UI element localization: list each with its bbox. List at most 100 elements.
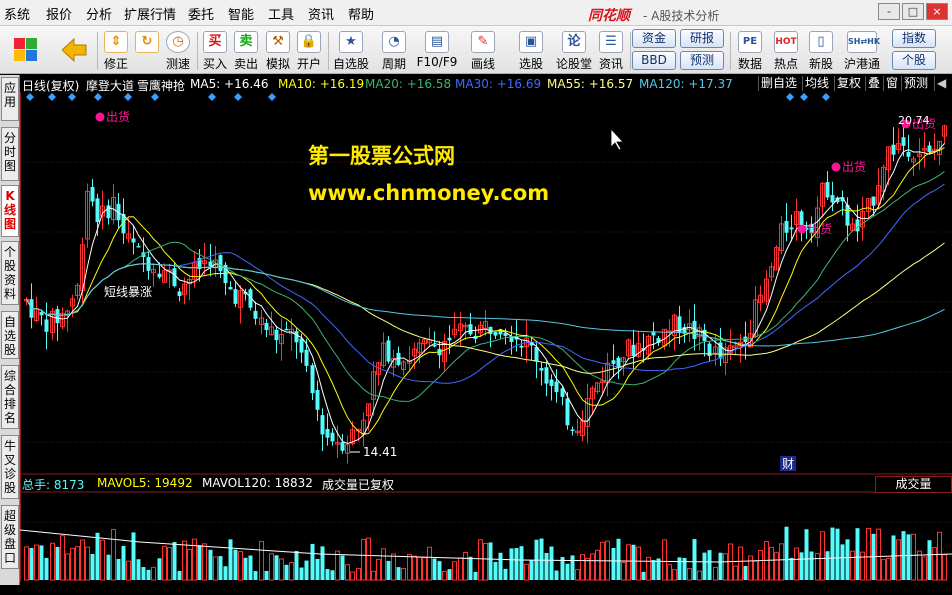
candle-body <box>131 238 136 243</box>
window-button[interactable]: 窗 <box>883 76 900 91</box>
tool-hk-connect[interactable]: SH⇄HK 沪港通 <box>840 28 884 72</box>
tool-sell[interactable]: 卖 卖出 <box>231 28 261 72</box>
menu-tools[interactable]: 工具 <box>268 4 294 23</box>
tool-adjust[interactable]: ⇕ 修正 <box>100 28 132 72</box>
volume-bar <box>702 552 707 580</box>
remove-watch-button[interactable]: 删自选 <box>758 76 799 91</box>
volume-bar <box>422 557 427 581</box>
forecast-button[interactable]: 预测 <box>680 51 724 70</box>
menu-help[interactable]: 帮助 <box>348 4 374 23</box>
menu-ext-quote[interactable]: 扩展行情 <box>124 4 176 23</box>
volume-bar <box>886 557 891 581</box>
hk-icon: SH⇄HK <box>847 31 880 53</box>
sell-signal-dot <box>95 112 105 122</box>
volume-bar <box>478 539 483 581</box>
stock-button[interactable]: 个股 <box>892 51 936 70</box>
volume-bar <box>544 553 549 580</box>
toolbar-separator <box>97 32 98 70</box>
volume-tab[interactable]: 成交量 <box>875 476 952 493</box>
close-button[interactable]: × <box>926 3 948 20</box>
volume-bar <box>146 569 151 580</box>
tool-buy[interactable]: 买 买入 <box>200 28 230 72</box>
volume-bar <box>820 531 825 581</box>
volume-bar <box>407 553 412 581</box>
research-button[interactable]: 研报 <box>680 29 724 48</box>
info-mine-markers[interactable] <box>26 93 830 101</box>
back-arrow-icon <box>62 38 87 62</box>
menu-entrust[interactable]: 委托 <box>188 4 214 23</box>
tool-pick-stock[interactable]: ▣ 选股 <box>510 28 552 72</box>
tool-simulate[interactable]: ⚒ 模拟 <box>263 28 293 72</box>
volume-bar <box>70 547 75 581</box>
tool-hot[interactable]: HOT 热点 <box>770 28 802 72</box>
tool-watchlist[interactable]: ★ 自选股 <box>331 28 371 72</box>
info-marker-icon <box>234 93 242 101</box>
tab-diagnosis[interactable]: 牛叉诊股 <box>1 435 19 499</box>
bbd-button[interactable]: BBD <box>632 51 676 70</box>
tool-refresh[interactable]: ↻ <box>132 28 162 72</box>
maximize-button[interactable]: □ <box>902 3 924 20</box>
forecast-chart-button[interactable]: 预测 <box>901 76 930 91</box>
menu-news[interactable]: 资讯 <box>308 4 334 23</box>
volume-bar <box>595 549 600 581</box>
hot-icon: HOT <box>774 31 798 53</box>
tool-drawline[interactable]: ✎ 画线 <box>464 28 502 72</box>
ma55-value: MA55: +16.57 <box>547 77 634 91</box>
ma-button[interactable]: 均线 <box>802 76 831 91</box>
candle-body <box>906 151 911 157</box>
tab-super-depth[interactable]: 超级盘口 <box>1 505 19 569</box>
volume-bar <box>498 552 503 580</box>
volume-bar <box>503 568 508 580</box>
tool-data[interactable]: PE 数据 <box>734 28 766 72</box>
menu-smart[interactable]: 智能 <box>228 4 254 23</box>
volume-bar <box>432 558 437 580</box>
tool-open-account[interactable]: 🔒 开户 <box>294 28 324 72</box>
menu-quote[interactable]: 报价 <box>46 4 72 23</box>
tab-kline[interactable]: K线图 <box>1 185 19 237</box>
tool-speed[interactable]: ◷ 测速 <box>162 28 194 72</box>
tool-forum[interactable]: 论 论股堂 <box>554 28 594 72</box>
volume-bar <box>473 571 478 580</box>
candle-body <box>39 312 44 316</box>
tool-news[interactable]: ☰ 资讯 <box>596 28 626 72</box>
candle-body <box>519 345 524 348</box>
tool-color-grid[interactable] <box>4 28 48 72</box>
overlay-button[interactable]: 叠 <box>865 76 882 91</box>
volume-bar <box>748 555 753 581</box>
adjust-button[interactable]: 复权 <box>834 76 863 91</box>
funds-button[interactable]: 资金 <box>632 29 676 48</box>
tab-intraday[interactable]: 分时图 <box>1 127 19 181</box>
app-subtitle: - A股技术分析 <box>643 9 720 23</box>
tool-f10[interactable]: ▤ F10/F9 <box>414 28 460 72</box>
clock-icon: ◷ <box>166 31 190 53</box>
index-button[interactable]: 指数 <box>892 29 936 48</box>
tab-watchlist[interactable]: 自选股 <box>1 311 19 359</box>
volume-bar <box>641 571 646 580</box>
tool-back[interactable] <box>54 28 94 72</box>
info-marker-icon <box>48 93 56 101</box>
volume-bar <box>458 557 463 581</box>
candle-body <box>570 429 575 432</box>
tab-ranking[interactable]: 综合排名 <box>1 365 19 429</box>
tab-label: 自选股 <box>3 315 16 357</box>
sell-signal-label: 出货 <box>106 109 130 124</box>
cycle-icon: ◔ <box>382 31 406 53</box>
minimize-button[interactable]: - <box>878 3 900 20</box>
tool-new-stock[interactable]: ▯ 新股 <box>805 28 837 72</box>
collapse-icon[interactable]: ◀ <box>934 76 948 91</box>
menu-system[interactable]: 系统 <box>4 4 30 23</box>
candle-body <box>789 227 794 230</box>
candle-body <box>799 211 804 226</box>
volume-bar <box>493 561 498 580</box>
menu-analysis[interactable]: 分析 <box>86 4 112 23</box>
menu-bar: 系统 报价 分析 扩展行情 委托 智能 工具 资讯 帮助 同花顺 - A股技术分… <box>0 0 952 26</box>
candle-body <box>830 195 835 203</box>
volume-bar <box>29 548 34 580</box>
ma-line <box>26 242 945 374</box>
candle-body <box>157 273 162 278</box>
kline-chart[interactable]: 出货 出货 出货 出货 20.74 短线暴涨 14.41 财 <box>20 92 952 582</box>
tool-cycle[interactable]: ◔ 周期 <box>376 28 412 72</box>
volume-bar <box>646 556 651 581</box>
tab-stock-info[interactable]: 个股资料 <box>1 241 19 305</box>
tab-apps[interactable]: 应用 <box>1 77 19 121</box>
